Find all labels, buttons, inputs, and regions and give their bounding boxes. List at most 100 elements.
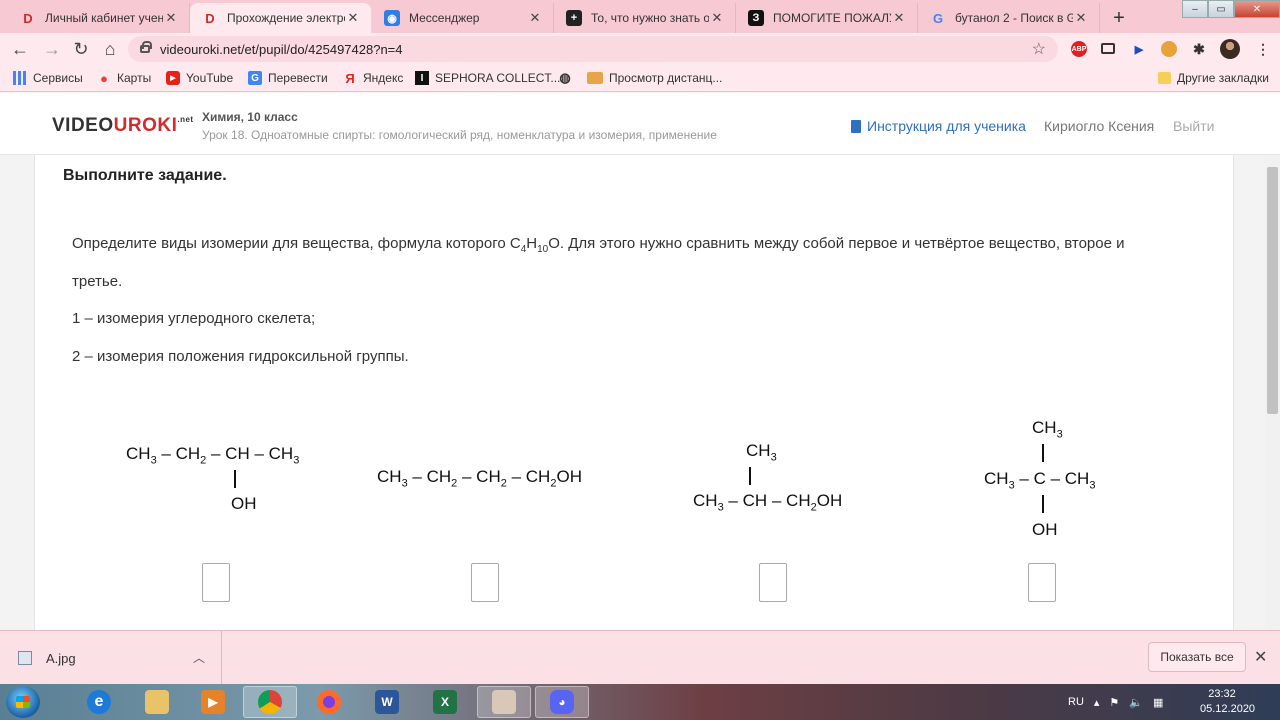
back-arrow-icon[interactable]: ← xyxy=(9,39,31,60)
close-icon[interactable]: ✕ xyxy=(345,10,361,26)
download-file-name: A.jpg xyxy=(46,650,76,666)
taskbar-photo-viewer[interactable] xyxy=(477,686,531,718)
send-icon[interactable]: ▶ xyxy=(1131,41,1147,57)
answer-box-4[interactable] xyxy=(1028,563,1056,602)
system-clock[interactable]: 23:32 05.12.2020 xyxy=(1200,687,1256,717)
taskbar-ie[interactable]: e xyxy=(72,686,126,718)
taskbar-firefox[interactable] xyxy=(302,686,356,718)
taskbar-chrome[interactable] xyxy=(243,686,297,718)
student-instructions-link[interactable]: Инструкция для ученика xyxy=(851,118,1026,134)
home-icon[interactable]: ⌂ xyxy=(99,39,121,60)
instructions-label: Инструкция для ученика xyxy=(867,118,1026,134)
tab-need-to-know[interactable]: + То, что нужно знать о ✕ xyxy=(554,3,736,33)
site-logo[interactable]: VIDEOUROKI.net xyxy=(52,115,194,137)
window-controls: – ▭ ✕ xyxy=(1182,0,1280,18)
puzzle-icon[interactable]: ✱ xyxy=(1191,41,1207,57)
bookmark-translate[interactable]: G Перевести xyxy=(248,71,328,85)
bookmark-label: SEPHORA COLLECT... xyxy=(435,71,561,85)
word-icon: W xyxy=(375,690,399,714)
logo-suffix: UROKI xyxy=(113,115,178,136)
bookmark-globe[interactable]: ◍ xyxy=(558,70,578,85)
question-part: Определите виды изомерии для вещества, ф… xyxy=(72,235,521,252)
user-name[interactable]: Кириогло Ксения xyxy=(1044,118,1154,134)
start-button[interactable] xyxy=(6,686,40,718)
image-viewer-icon xyxy=(492,690,516,714)
tab-help-please[interactable]: З ПОМОГИТЕ ПОЖАЛУС ✕ xyxy=(736,3,918,33)
sephora-icon: I xyxy=(415,71,429,85)
answer-box-1[interactable] xyxy=(202,563,230,602)
taskbar-explorer[interactable] xyxy=(130,686,184,718)
bookmark-youtube[interactable]: ▶ YouTube xyxy=(166,71,233,85)
taskbar-word[interactable]: W xyxy=(360,686,414,718)
close-icon[interactable]: ✕ xyxy=(891,10,907,26)
close-icon[interactable]: ✕ xyxy=(709,10,725,26)
question-text-continued: третье. xyxy=(72,273,123,290)
window-close-icon[interactable]: ✕ xyxy=(1234,0,1280,18)
folder-icon xyxy=(1158,72,1171,84)
image-file-icon xyxy=(18,651,32,665)
tab-electronic-test[interactable]: D Прохождение электрон ✕ xyxy=(190,3,372,33)
folder-icon xyxy=(587,72,603,84)
download-item[interactable]: A.jpg ︿ xyxy=(0,631,222,685)
znanija-icon: З xyxy=(748,10,764,26)
minimize-icon[interactable]: – xyxy=(1182,0,1208,18)
browser-tab-strip: D Личный кабинет учени ✕ D Прохождение э… xyxy=(0,0,1280,33)
videouroki-icon: D xyxy=(205,10,215,26)
adblock-icon[interactable]: ABP xyxy=(1071,41,1087,57)
page-scrollbar[interactable] xyxy=(1265,155,1280,630)
close-icon[interactable]: ✕ xyxy=(1073,10,1089,26)
taskbar-media-player[interactable]: ▶ xyxy=(186,686,240,718)
lock-icon xyxy=(140,41,152,53)
tab-google-search[interactable]: G бутанол 2 - Поиск в Go ✕ xyxy=(918,3,1100,33)
course-title: Химия, 10 класс xyxy=(202,110,298,124)
language-indicator[interactable]: RU xyxy=(1068,696,1084,708)
scrollbar-thumb[interactable] xyxy=(1267,167,1278,414)
reload-icon[interactable]: ↻ xyxy=(70,39,92,60)
chevron-up-icon[interactable]: ▴ xyxy=(1094,696,1100,709)
chevron-up-icon[interactable]: ︿ xyxy=(193,649,205,666)
apps-grid-icon xyxy=(13,71,27,85)
taskbar-discord[interactable]: ◕ xyxy=(535,686,589,718)
bookmark-sephora[interactable]: I SEPHORA COLLECT... xyxy=(415,71,560,85)
close-icon[interactable]: ✕ xyxy=(1254,647,1267,667)
other-bookmarks[interactable]: Другие закладки xyxy=(1158,71,1269,85)
translate-icon: G xyxy=(248,71,262,85)
tab-personal-cabinet[interactable]: D Личный кабинет учени ✕ xyxy=(8,3,190,33)
answer-box-2[interactable] xyxy=(471,563,499,602)
question-subscript: 10 xyxy=(537,244,549,255)
taskbar-excel[interactable]: X xyxy=(418,686,472,718)
address-bar[interactable]: videouroki.net/et/pupil/do/425497428?n=4… xyxy=(128,36,1058,62)
menu-dots-icon[interactable]: ⋮ xyxy=(1255,41,1271,57)
maximize-icon[interactable]: ▭ xyxy=(1208,0,1234,18)
tab-messenger[interactable]: ◉ Мессенджер ✕ xyxy=(372,3,554,33)
tab-title: ПОМОГИТЕ ПОЖАЛУС xyxy=(773,11,891,25)
yandex-icon: Я xyxy=(345,70,355,86)
logout-link[interactable]: Выйти xyxy=(1173,118,1214,134)
network-icon[interactable]: ▦ xyxy=(1153,696,1163,709)
profile-avatar[interactable] xyxy=(1220,39,1240,59)
lesson-title: Урок 18. Одноатомные спирты: гомологичес… xyxy=(202,128,717,142)
bookmarks-bar: Сервисы ● Карты ▶ YouTube G Перевести Я … xyxy=(0,65,1280,92)
answer-box-3[interactable] xyxy=(759,563,787,602)
close-icon[interactable]: ✕ xyxy=(163,10,179,26)
flag-icon[interactable]: ⚑ xyxy=(1109,696,1119,709)
bookmark-star-icon[interactable]: ☆ xyxy=(1032,39,1046,59)
clock-date: 05.12.2020 xyxy=(1200,703,1256,715)
site-header: VIDEOUROKI.net Химия, 10 класс Урок 18. … xyxy=(0,93,1280,155)
other-bookmarks-label: Другие закладки xyxy=(1177,71,1269,85)
bookmark-distance-view[interactable]: Просмотр дистанц... xyxy=(587,71,722,85)
document-icon xyxy=(851,119,861,133)
bookmark-maps[interactable]: ● Карты xyxy=(97,71,151,86)
tab-title: Мессенджер xyxy=(409,11,480,25)
extension-cookie-icon[interactable] xyxy=(1161,41,1177,57)
volume-icon[interactable]: 🔈 xyxy=(1129,696,1143,709)
bookmark-yandex[interactable]: Я Яндекс xyxy=(343,70,403,86)
close-icon[interactable]: ✕ xyxy=(527,10,543,26)
cast-icon[interactable] xyxy=(1101,43,1115,54)
downloads-shelf: A.jpg ︿ Показать все ✕ xyxy=(0,630,1280,685)
forward-arrow-icon[interactable]: → xyxy=(41,39,63,60)
bookmark-services[interactable]: Сервисы xyxy=(13,71,83,85)
new-tab-button[interactable]: + xyxy=(1106,5,1132,31)
url-text[interactable]: videouroki.net/et/pupil/do/425497428?n=4 xyxy=(160,42,403,57)
show-all-downloads-button[interactable]: Показать все xyxy=(1148,642,1246,672)
